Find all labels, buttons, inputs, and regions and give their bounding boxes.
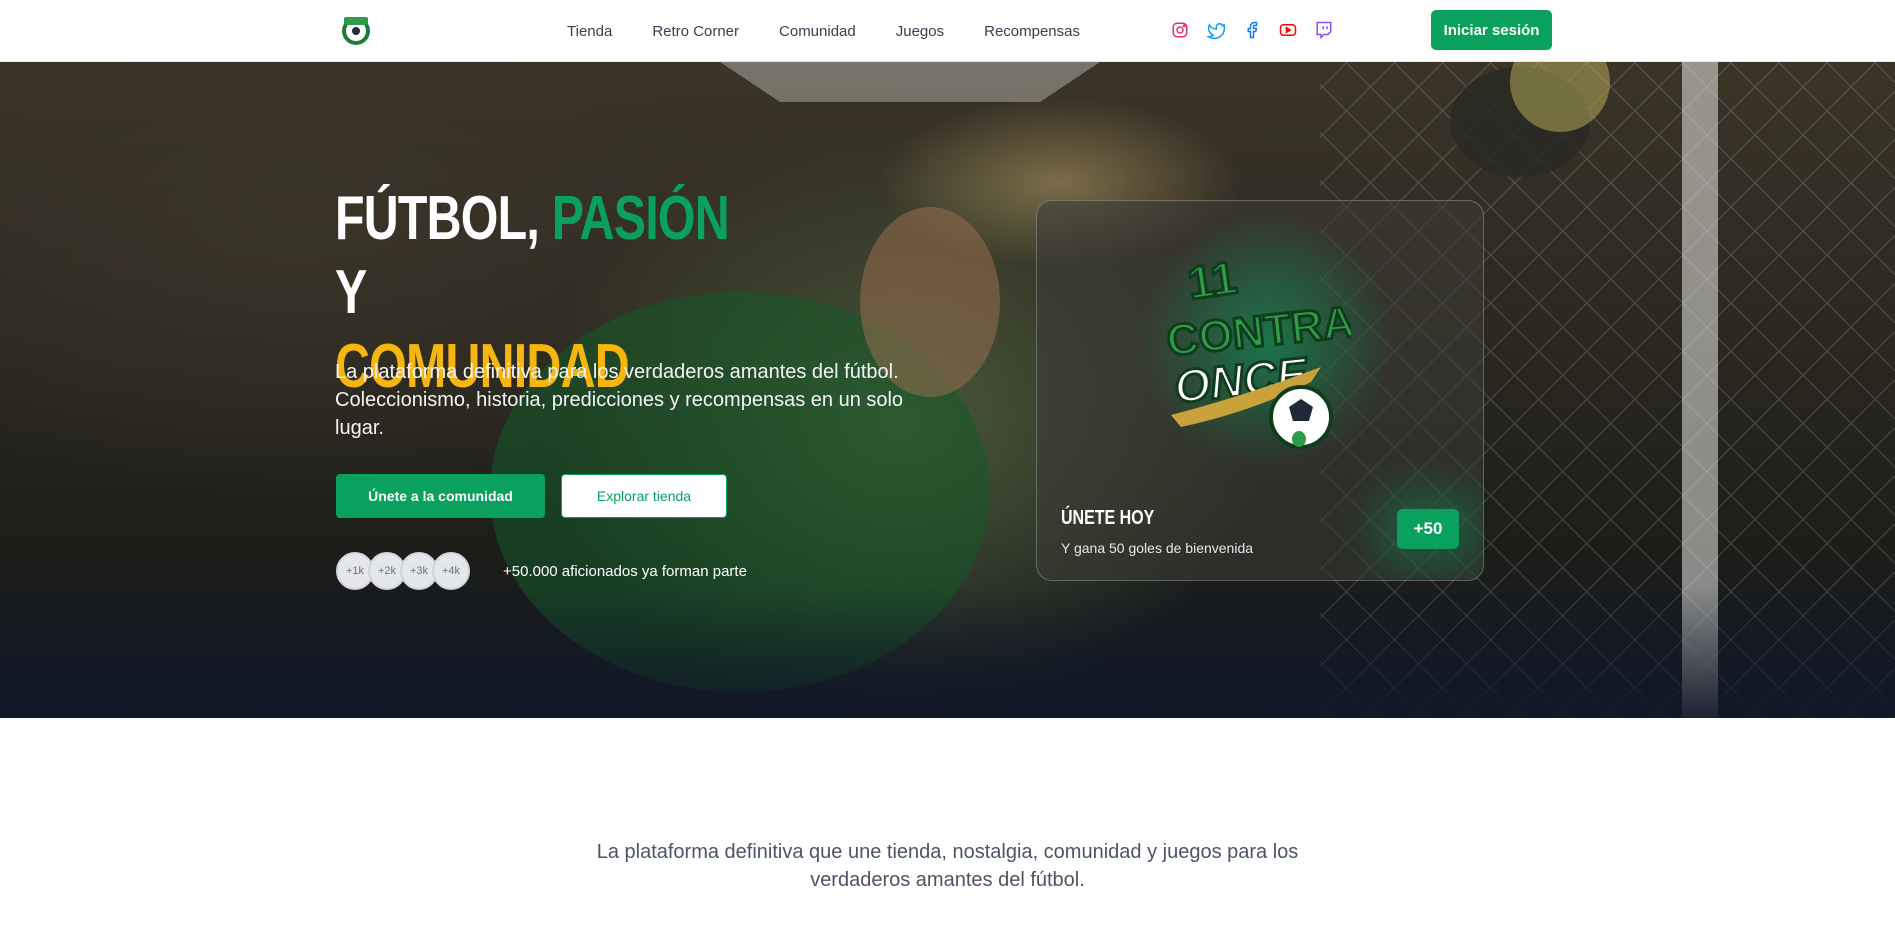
site-logo[interactable] [340,13,372,47]
youtube-icon[interactable] [1277,19,1299,41]
hero-title-part2: Y [335,258,367,327]
instagram-icon[interactable] [1169,19,1191,41]
social-links [1169,19,1335,41]
hero-fade-overlay [0,62,1895,718]
card-title: ÚNETE HOY [1061,507,1155,529]
nav-link-recompensas[interactable]: Recompensas [984,23,1080,40]
avatar-stack: +1k +2k +3k +4k [336,552,470,590]
join-community-button[interactable]: Únete a la comunidad [336,474,545,518]
logo-line-1: 11 [1185,251,1240,309]
twitter-icon[interactable] [1205,19,1227,41]
avatar: +4k [432,552,470,590]
hero-subtitle: La plataforma definitiva para los verdad… [335,361,904,439]
hero-section: FÚTBOL, PASIÓN Y COMUNIDAD La plataforma… [0,62,1895,718]
fans-count-text: +50.000 aficionados ya forman parte [503,563,747,580]
hero-title-highlight-green: PASIÓN [551,184,730,253]
nav-link-juegos[interactable]: Juegos [896,23,944,40]
main-nav: Tienda Retro Corner Comunidad Juegos Rec… [567,0,1080,62]
bonus-badge: +50 [1397,509,1459,549]
nav-link-comunidad[interactable]: Comunidad [779,23,856,40]
intro-text: La plataforma definitiva que une tienda,… [596,841,1299,891]
explore-store-button[interactable]: Explorar tienda [561,474,727,518]
hero-title-part1: FÚTBOL, [335,184,552,253]
intro-section: La plataforma definitiva que une tienda,… [0,718,1895,937]
login-button[interactable]: Iniciar sesión [1431,10,1552,50]
navbar: Tienda Retro Corner Comunidad Juegos Rec… [0,0,1895,62]
facebook-icon[interactable] [1241,19,1263,41]
once-contra-once-logo: 11 CONTRA ONCE [1163,250,1351,449]
join-card: 11 CONTRA ONCE ÚNETE HOY Y gana 50 goles… [1036,200,1484,581]
nav-link-retro-corner[interactable]: Retro Corner [652,23,739,40]
card-description: Y gana 50 goles de bienvenida [1061,540,1254,556]
twitch-icon[interactable] [1313,19,1335,41]
nav-link-tienda[interactable]: Tienda [567,23,612,40]
